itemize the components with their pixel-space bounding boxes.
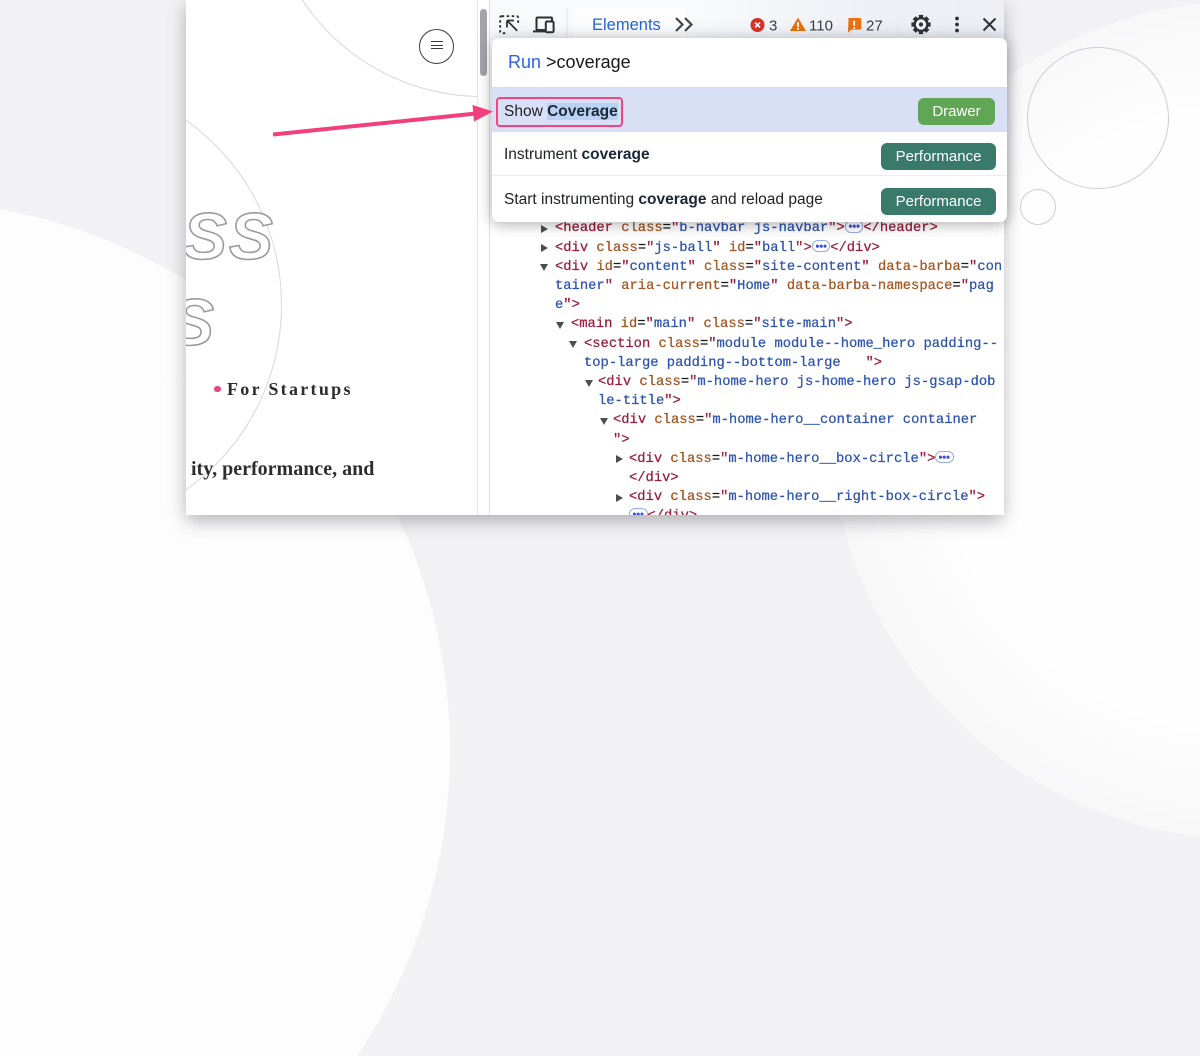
svg-text:27: 27 [866, 18, 883, 35]
svg-text:Elements: Elements [592, 16, 661, 34]
svg-text:110: 110 [809, 18, 833, 35]
svg-text:3: 3 [769, 18, 777, 35]
